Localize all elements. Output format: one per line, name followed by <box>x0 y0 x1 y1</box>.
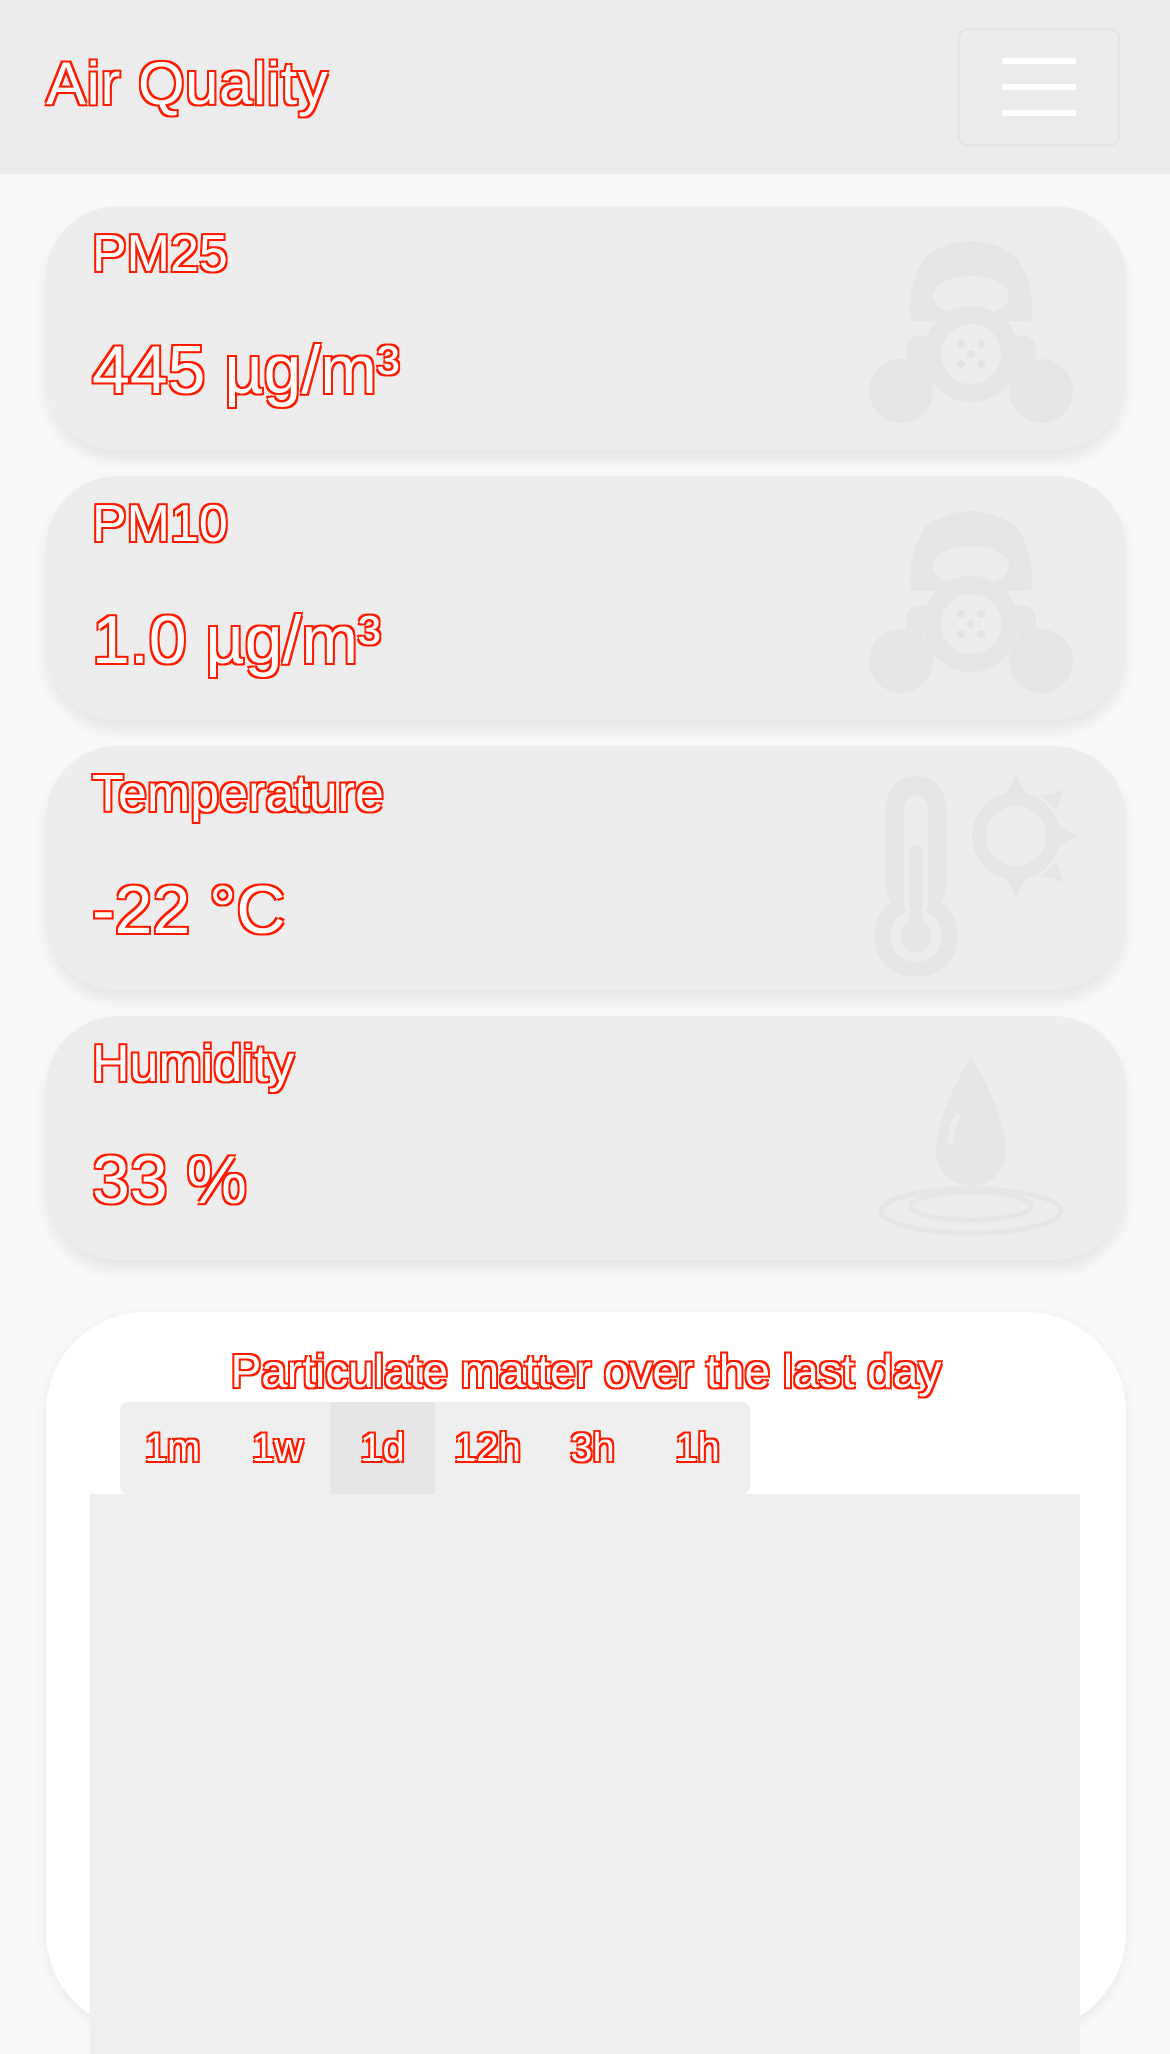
card-label: Humidity <box>92 1035 295 1093</box>
range-button-1m[interactable]: 1m <box>120 1402 225 1494</box>
card-value: 445 µg/m³ <box>92 332 400 408</box>
gas-mask-icon <box>869 241 1073 423</box>
navbar: Air Quality <box>0 0 1170 174</box>
menu-icon-bar <box>1002 84 1076 90</box>
card-label: Temperature <box>92 765 384 823</box>
chart-title: Particulate matter over the last day <box>230 1345 942 1397</box>
range-button-1w[interactable]: 1w <box>225 1402 330 1494</box>
range-button-12h[interactable]: 12h <box>435 1402 540 1494</box>
menu-icon-bar <box>1002 110 1076 116</box>
chart-card: Particulate matter over the last day 1m … <box>46 1312 1126 2054</box>
range-button-1h[interactable]: 1h <box>645 1402 750 1494</box>
time-range-selector: 1m 1w 1d 12h 3h 1h <box>120 1402 750 1494</box>
pm10-card: PM10 1.0 µg/m³ <box>46 476 1126 720</box>
gas-mask-icon <box>869 511 1073 693</box>
menu-icon-bar <box>1002 58 1076 64</box>
card-value: 1.0 µg/m³ <box>92 602 381 678</box>
humidity-card: Humidity 33 % <box>46 1016 1126 1260</box>
card-value: 33 % <box>92 1142 247 1218</box>
card-value: -22 °C <box>92 872 286 948</box>
range-button-1d[interactable]: 1d <box>330 1402 435 1494</box>
chart-canvas[interactable] <box>90 1494 1080 2054</box>
card-label: PM10 <box>92 495 228 553</box>
brand-title[interactable]: Air Quality <box>46 48 328 120</box>
range-button-3h[interactable]: 3h <box>540 1402 645 1494</box>
temperature-card: Temperature -22 °C <box>46 746 1126 990</box>
thermometer-sun-icon <box>874 774 1076 976</box>
menu-toggle-button[interactable] <box>958 28 1120 146</box>
water-drop-icon <box>878 1056 1064 1236</box>
card-label: PM25 <box>92 225 228 283</box>
pm25-card: PM25 445 µg/m³ <box>46 206 1126 450</box>
